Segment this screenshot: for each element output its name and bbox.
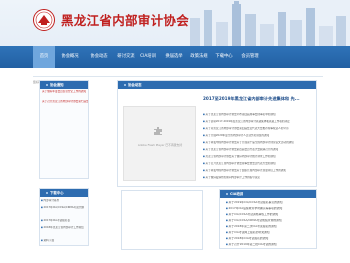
header: 黑龙江省内部审计协会 [0,0,350,46]
news-item[interactable]: 关于转发中国内部审计协会关于组织开展内部审计质量评估工作的通知 [203,169,315,174]
nav-item-policy[interactable]: 政策法规 [188,46,210,68]
cia-item[interactable]: 关于2018年CIA考试报名的通知 [226,237,316,242]
flash-unsupported-text: Adobe Flash Player 已不再受支持 [137,143,183,147]
download-item[interactable]: 内部审计基准 [41,199,88,204]
news-item[interactable]: 关于黑龙江省内部审计协会第四届会员代表大会圆满召开的通知 [203,148,315,153]
nav-item-research[interactable]: 研讨交流 [115,46,137,68]
nav-item-cia-training[interactable]: CIA培训 [137,46,159,68]
cia-item[interactable]: 关于2019年CIA/CCSA考试报名事宜的通知 [226,201,316,206]
nav-item-election[interactable]: 换届选举 [162,46,186,68]
nav-item-home[interactable]: 首页 [33,46,55,68]
news-item[interactable]: 关于表彰2017-2019年度黑龙江省内部审计先进集体和先进工作者的决定 [203,120,315,125]
news-item[interactable]: 关于开展2020年度全省内部审计人员业务培训班的通知 [203,134,315,139]
cia-item[interactable]: 关于召开2019年第二批CIA考试的通知 [226,243,316,248]
cia-item[interactable]: 关于2018年第二次CIA考试报名的通知 [226,225,316,230]
notice-item[interactable]: 关于召开黑龙江省内部审计协会第七届会员代表大会的通知 [42,100,88,104]
info-bar: 您好!欢迎光临本站！ 2021年10月12日 [33,68,323,84]
cia-item[interactable]: 关于CIA/CCSA考试资格审核工作的通知 [226,213,316,218]
download-item[interactable]: 资料下载 [41,239,88,244]
download-panel: 下载中心 [39,188,89,246]
nav-item-about[interactable]: 协会概况 [57,46,83,68]
download-panel-title: 下载中心 [40,189,88,197]
download-item[interactable]: 2017年CIA/CCSA/CRMA考试大纲 [41,206,88,211]
main-nav: 首页 协会概况 协会动态 研讨交流 CIA培训 换届选举 政策法规 下载中心 会… [0,46,350,68]
news-item[interactable]: 关于对黑龙江省内部审计协会第四届会员代表大会推荐理事候选人的公示 [203,127,315,132]
missing-plugin-icon [154,127,162,135]
nav-item-members[interactable]: 会员管理 [238,46,262,68]
nav-item-news[interactable]: 协会动态 [86,46,112,68]
notice-panel-title: 协会通知 [40,81,88,89]
news-item[interactable]: 关于召开黑龙江省内部审计协会理事会暨会员代表大会的通知 [203,162,315,167]
cia-panel-title: CIA培训 [220,190,316,198]
center-blank-panel [121,190,203,250]
news-panel-title: 协会动态 [118,81,316,89]
notice-panel: 协会通知 [39,80,89,179]
city-skyline-banner [170,0,350,46]
cia-item[interactable]: 关于CIA考试网上报名的补充通知 [226,231,316,236]
news-headline[interactable]: 2017至2019年黑龙江省内部审计先进集体和 先... [203,96,300,102]
cia-item[interactable]: 2017年CIA后续教育学时确认等事项的通知 [226,207,316,212]
download-item[interactable]: 2017年CIA考试报名表 [41,219,88,224]
news-item[interactable]: 关于黑龙江省内部审计协会公布第四届理事会理事名单的通知 [203,113,315,118]
notice-item[interactable]: 关于做好年度会员信息登记工作的通知 [42,90,88,94]
cia-item[interactable]: 关于CIA/CCSA/CRMA考试成绩查询的通知 [226,219,316,224]
news-item[interactable]: 关于做好疫情防控期间内部审计工作的指导意见 [203,176,315,181]
nav-item-download[interactable]: 下载中心 [212,46,236,68]
download-item[interactable]: 2018年黑龙江省内部审计工作总结 [41,226,88,231]
news-item[interactable]: 黑龙江省内部审计协会关于做好内部审计统计调查工作的通知 [203,155,315,160]
site-title[interactable]: 黑龙江省内部审计协会 [61,10,189,29]
association-emblem-icon [33,9,55,31]
news-item[interactable]: 关于转发中国内部审计协会关于开展第十届全国内部审计理论征文活动的通知 [203,141,315,146]
